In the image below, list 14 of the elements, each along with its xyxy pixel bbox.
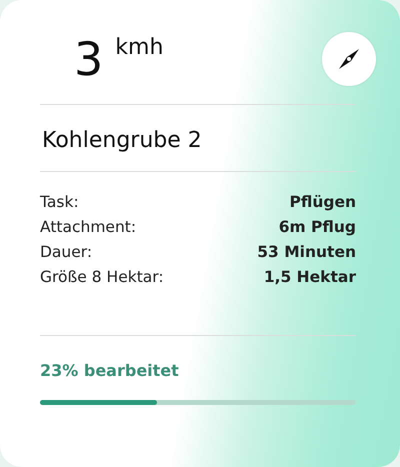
speed-unit: kmh [115,34,164,62]
detail-label: Größe 8 Hektar: [40,267,165,287]
detail-value: 53 Minuten [257,242,356,262]
field-title: Kohlengrube 2 [42,127,203,155]
detail-label: Dauer: [40,242,94,262]
compass-icon [336,46,362,72]
speed-value: 3 [74,33,104,85]
detail-value: Pflügen [288,192,356,212]
detail-value: 1,5 Hektar [262,267,356,287]
progress-text: 23% bearbeitet [40,360,180,382]
detail-label: Attachment: [40,217,138,237]
detail-value: 6m Pflug [278,217,356,237]
detail-label: Task: [40,192,80,212]
compass-button[interactable] [322,32,376,86]
